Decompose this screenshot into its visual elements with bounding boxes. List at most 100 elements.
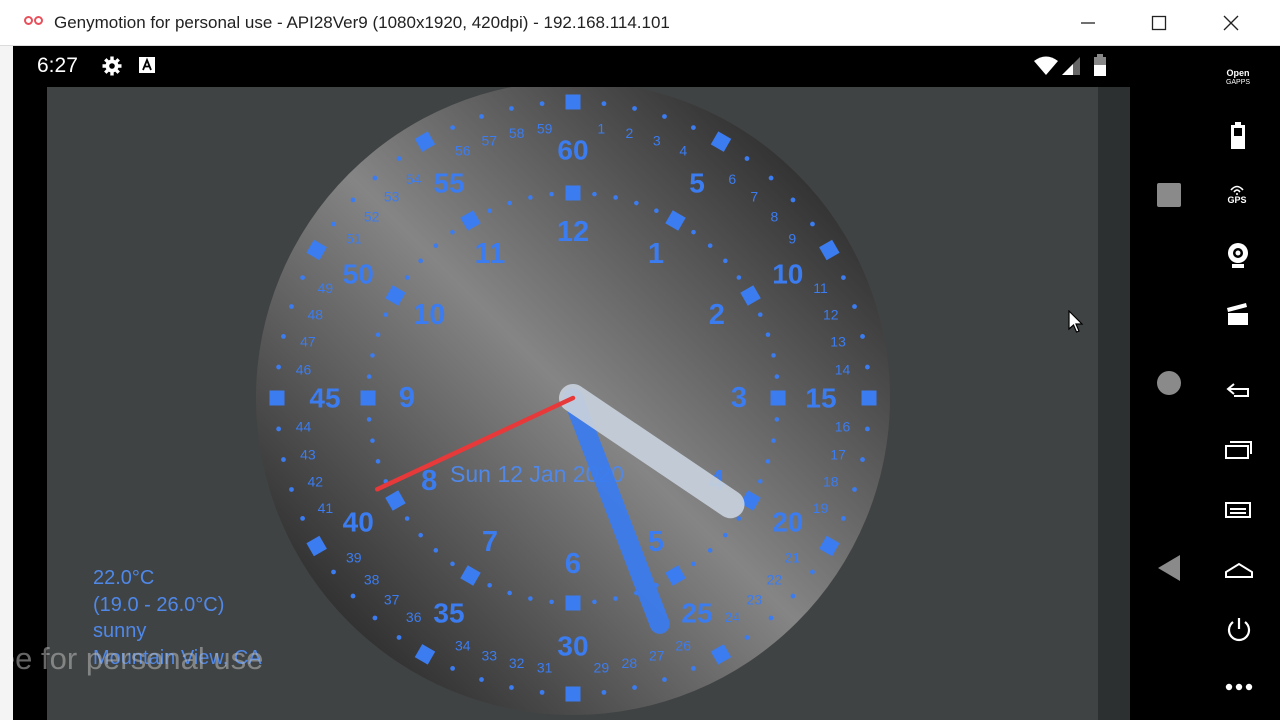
genymotion-logo-icon [24,14,48,28]
outer-dot-mark [539,689,545,695]
opengapps-icon[interactable]: Open GAPPS [1220,64,1256,92]
inner-dot-mark [736,516,742,521]
outer-dot-mark [662,677,667,682]
back-icon[interactable] [1224,380,1252,400]
inner-dot-mark [418,258,423,264]
device-display[interactable]: 6:27 60 1 2 3 4 5 6 7 8 9 10 11 12 13 14… [13,46,1130,720]
outer-dot-mark [281,334,286,339]
outer-minute-label: 10 [772,259,803,290]
a-notification-icon [139,57,155,73]
inner-dot-mark [723,532,728,538]
outer-dot-mark [300,275,305,281]
inner-dot-mark [375,332,381,337]
outer-minute-number: 39 [346,549,362,565]
outer-minute-number: 57 [481,132,497,148]
clock-widget-screen[interactable]: 60 1 2 3 4 5 6 7 8 9 10 11 12 13 14 15 16 17 18 19 20 21 22 23 2… [47,87,1098,720]
outer-minute-number: 41 [318,500,334,516]
minimize-icon [1081,22,1095,24]
outer-dot-mark [396,156,402,161]
watermark-text: free for personal use [13,641,264,676]
outer-dot-mark [744,635,750,640]
inner-dot-mark [507,200,512,206]
hour-label: 2 [709,299,725,331]
outer-minute-label: 20 [772,507,803,538]
outer-minute-number: 4 [679,142,687,158]
window-title: Genymotion for personal use - API28Ver9 … [54,13,670,32]
outer-dot-mark [864,364,870,370]
inner-dot-mark [592,599,597,605]
inner-dot-mark [634,200,639,206]
emulator-toggle-square[interactable] [1157,183,1181,207]
outer-minute-number: 14 [835,362,851,378]
outer-minute-number: 49 [318,280,334,296]
outer-minute-number: 8 [770,209,778,225]
maximize-button[interactable] [1124,0,1194,46]
inner-dot-mark [613,596,618,601]
outer-minute-number: 23 [747,591,763,607]
inner-dot-mark [528,195,533,200]
hour-label: 10 [413,299,445,331]
outer-minute-label: 40 [343,507,374,538]
status-time: 6:27 [37,54,78,77]
outer-minute-number: 46 [296,362,312,378]
hour-label: 7 [482,526,498,558]
outer-minute-number: 37 [384,591,400,607]
outer-dot-mark [479,677,484,682]
outer-dot-mark [841,515,846,521]
outer-dot-mark [852,304,857,309]
outer-dot-mark [860,457,865,462]
outer-dot-mark [632,106,637,111]
inner-dot-mark [691,561,696,567]
weather-temperature: 22.0°C [93,567,155,589]
outer-minute-label: 55 [433,168,464,199]
outer-minute-number: 31 [537,660,553,676]
menu-icon[interactable] [1224,500,1252,520]
outer-dot-mark [276,426,282,432]
gps-label: GPS [1227,195,1247,205]
outer-dot-mark [509,685,514,690]
inner-dot-mark [765,459,771,464]
outer-minute-label: 60 [557,135,588,166]
android-back-triangle-icon[interactable] [1156,554,1182,582]
outer-minute-number: 29 [594,660,610,676]
inner-dot-mark [383,312,389,317]
outer-minute-number: 1 [597,120,605,136]
inner-dot-mark [757,479,763,484]
inner-dot-mark [404,275,410,280]
outer-minute-label: 35 [433,597,464,628]
window-left-border [0,46,13,720]
outer-dot-mark [790,197,796,203]
outer-dot-mark [601,101,607,107]
circle-control[interactable] [1157,371,1181,395]
recent-apps-icon[interactable] [1224,440,1252,460]
outer-dot-mark [450,666,456,671]
webcam-icon[interactable] [1226,242,1250,268]
outer-dot-mark [601,689,607,695]
wifi-icon [1034,56,1058,75]
inner-dot-mark [366,417,372,422]
outer-square-mark [861,390,877,406]
outer-dot-mark [662,114,667,119]
outer-minute-number: 12 [823,306,839,322]
battery-widget-icon[interactable] [1228,122,1248,150]
home-icon[interactable] [1224,560,1254,580]
opengapps-label-line2: GAPPS [1225,79,1251,86]
outer-dot-mark [810,221,815,227]
outer-minute-number: 9 [788,231,796,247]
outer-minute-number: 33 [481,648,497,664]
outer-minute-label: 50 [343,259,374,290]
close-button[interactable] [1196,0,1266,46]
more-icon[interactable] [1224,682,1254,692]
hour-label: 6 [565,548,581,580]
outer-dot-mark [768,175,774,181]
outer-minute-number: 17 [830,446,846,462]
media-clapper-icon[interactable] [1226,302,1250,326]
inner-dot-mark [487,208,492,214]
gps-icon[interactable]: GPS [1222,182,1252,208]
close-icon [1223,15,1239,31]
minimize-button[interactable] [1053,0,1123,46]
inner-dot-mark [592,191,597,197]
outer-dot-mark [396,635,402,640]
power-icon[interactable] [1225,616,1253,644]
outer-minute-number: 58 [509,125,525,141]
